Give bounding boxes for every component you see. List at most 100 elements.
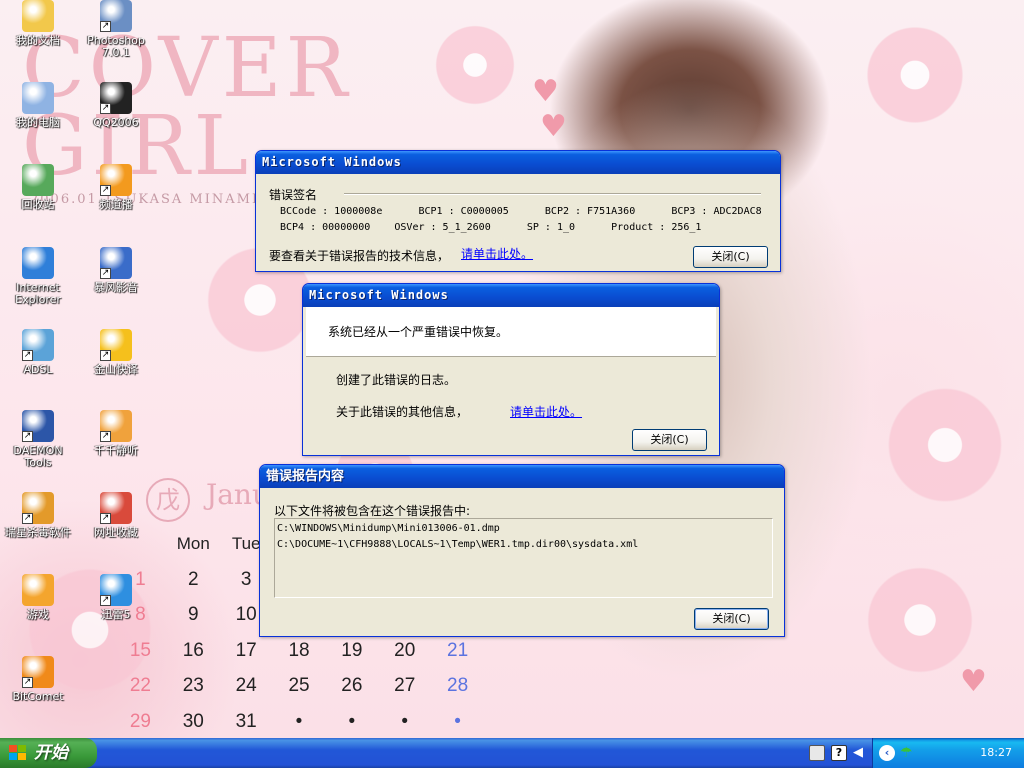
photoshop-icon: ↗ <box>100 0 132 32</box>
desktop-icon-label: 我的电脑 <box>16 116 60 129</box>
desktop-icon[interactable]: ↗ 迅雷5 <box>78 574 154 621</box>
dialog-header-area: 系统已经从一个严重错误中恢复。 <box>306 307 716 357</box>
close-button[interactable]: 关闭(C) <box>694 608 769 630</box>
network-tray-icon[interactable]: ☂ <box>900 745 916 761</box>
calendar-day: 30 <box>182 710 204 732</box>
shortcut-arrow-icon: ↗ <box>100 513 111 524</box>
desktop-icon[interactable]: ↗ QQ2006 <box>78 82 154 129</box>
calendar-week: 22 23 24 25 26 27 28 <box>114 668 484 704</box>
tech-info-text: 要查看关于错误报告的技术信息， <box>269 249 450 263</box>
calendar-day: 26 <box>341 675 363 696</box>
report-file-2: C:\DOCUME~1\CFH9888\LOCALS~1\Temp\WER1.t… <box>277 539 639 550</box>
desktop-icon[interactable]: ↗ 暴风影音 <box>78 247 154 294</box>
desktop-icon[interactable]: ↗ ADSL <box>0 329 76 376</box>
shortcut-arrow-icon: ↗ <box>100 103 111 114</box>
calendar-day: 24 <box>235 675 257 696</box>
dialog-body: 错误签名 BCCode : 1000008e BCP1 : C0000005 B… <box>259 174 777 268</box>
speaker-icon[interactable]: ◀ <box>853 745 869 761</box>
tech-info-link[interactable]: 请单击此处。 <box>461 245 533 262</box>
desktop-icon-label: 游戏 <box>27 608 49 621</box>
shortcut-arrow-icon: ↗ <box>100 350 111 361</box>
thunder-icon: ↗ <box>100 574 132 606</box>
shortcut-arrow-icon: ↗ <box>100 185 111 196</box>
calendar-day: 28 <box>447 675 469 696</box>
calendar-day: 23 <box>182 675 204 696</box>
calendar-day: 29 <box>129 710 151 732</box>
desktop-icon[interactable]: ↗ Photoshop 7.0.1 <box>78 0 154 59</box>
calendar-day: 2 <box>188 568 199 590</box>
media-player-icon: ↗ <box>100 164 132 196</box>
calendar-day: 19 <box>341 639 363 661</box>
flower-decoration <box>430 20 520 110</box>
calendar-weekday: Mon <box>176 534 210 553</box>
desktop-icon-label: 网址收藏 <box>94 526 138 539</box>
calendar-week: 15 16 17 18 19 20 21 <box>114 633 484 669</box>
desktop-icon-label: ADSL <box>23 363 53 376</box>
start-button[interactable]: 开始 <box>0 738 97 768</box>
report-file-1: C:\WINDOWS\Minidump\Mini013006-01.dmp <box>277 523 500 534</box>
desktop-icon[interactable]: ↗ DAEMON Tools <box>0 410 76 469</box>
calendar-day: 16 <box>182 639 204 661</box>
dialog-title[interactable]: 错误报告内容 <box>260 465 784 488</box>
desktop-icon[interactable]: Internet Explorer <box>0 247 76 306</box>
calendar-day: 17 <box>235 639 257 661</box>
shortcut-arrow-icon: ↗ <box>22 431 33 442</box>
desktop-icon[interactable]: ↗ 网址收藏 <box>78 492 154 539</box>
error-signature-label: 错误签名 <box>269 188 318 202</box>
desktop-icon[interactable]: ↗ 频道播 <box>78 164 154 211</box>
close-button[interactable]: 关闭(C) <box>632 429 707 451</box>
calendar-day: 31 <box>235 710 257 732</box>
desktop-icon[interactable]: 回收站 <box>0 164 76 211</box>
recycle-bin-icon <box>22 164 54 196</box>
desktop-icon[interactable]: 我的文档 <box>0 0 76 47</box>
calendar-day: 22 <box>129 675 151 696</box>
calendar-day: 21 <box>447 639 469 661</box>
calendar-day: 27 <box>394 675 416 696</box>
network-connection-icon: ↗ <box>22 329 54 361</box>
calendar-day: 9 <box>188 604 199 625</box>
ttplayer-icon: ↗ <box>100 410 132 442</box>
desktop-icon[interactable]: ↗ 金山快译 <box>78 329 154 376</box>
start-label: 开始 <box>34 743 68 763</box>
desktop-icon-label: 频道播 <box>99 198 133 211</box>
desktop-icon-label: Internet Explorer <box>15 281 61 306</box>
desktop-icon[interactable]: 游戏 <box>0 574 76 621</box>
calendar-day: 15 <box>129 639 151 661</box>
desktop-icon-label: 金山快译 <box>94 363 138 376</box>
report-file-list[interactable]: C:\WINDOWS\Minidump\Mini013006-01.dmp C:… <box>274 518 773 598</box>
heart-decoration: ♥ <box>540 109 567 144</box>
dialog-title[interactable]: Microsoft Windows <box>256 151 780 174</box>
desktop-icon-label: DAEMON Tools <box>13 444 63 469</box>
flower-decoration <box>860 560 980 680</box>
desktop-icon[interactable]: ↗ 瑞星杀毒软件 <box>0 492 76 539</box>
dialog-body: 以下文件将被包含在这个错误报告中: C:\WINDOWS\Minidump\Mi… <box>263 488 781 633</box>
desktop-icon-label: 瑞星杀毒软件 <box>5 526 71 539</box>
help-icon[interactable]: ? <box>831 745 847 761</box>
more-info-text: 关于此错误的其他信息， <box>336 405 469 419</box>
calendar-day: • <box>401 710 409 732</box>
desktop-icon-label: 千千静听 <box>94 444 138 457</box>
internet-explorer-icon <box>22 247 54 279</box>
games-icon <box>22 574 54 606</box>
more-info-link[interactable]: 请单击此处。 <box>510 403 582 420</box>
daemon-tools-icon: ↗ <box>22 410 54 442</box>
error-report-contents-dialog: 错误报告内容 以下文件将被包含在这个错误报告中: C:\WINDOWS\Mini… <box>259 464 785 637</box>
calendar-day: 18 <box>288 639 310 661</box>
desktop-icon[interactable]: ↗ BitComet <box>0 656 76 703</box>
shortcut-arrow-icon: ↗ <box>100 268 111 279</box>
dialog-title[interactable]: Microsoft Windows <box>303 284 719 307</box>
desktop: COVER GIRL 2006.01 TSUKASA MINAMI ♥ ♥ ♥ … <box>0 0 1024 738</box>
error-signature-dialog: Microsoft Windows 错误签名 BCCode : 1000008e… <box>255 150 781 272</box>
desktop-icon-label: 我的文档 <box>16 34 60 47</box>
calendar-week: 29 30 31 • • • • <box>114 704 484 739</box>
close-button[interactable]: 关闭(C) <box>693 246 768 268</box>
desktop-icon[interactable]: 我的电脑 <box>0 82 76 129</box>
desktop-icon-label: Photoshop 7.0.1 <box>87 34 145 59</box>
calendar-day: 25 <box>288 675 310 696</box>
desktop-icon-label: BitComet <box>12 690 64 703</box>
clock[interactable]: 18:27 <box>980 738 1012 768</box>
keyboard-icon[interactable] <box>809 745 825 761</box>
desktop-icon[interactable]: ↗ 千千静听 <box>78 410 154 457</box>
dialog-body: 系统已经从一个严重错误中恢复。 创建了此错误的日志。 关于此错误的其他信息， 请… <box>306 307 716 452</box>
expand-arrow-icon[interactable]: ‹ <box>879 745 895 761</box>
